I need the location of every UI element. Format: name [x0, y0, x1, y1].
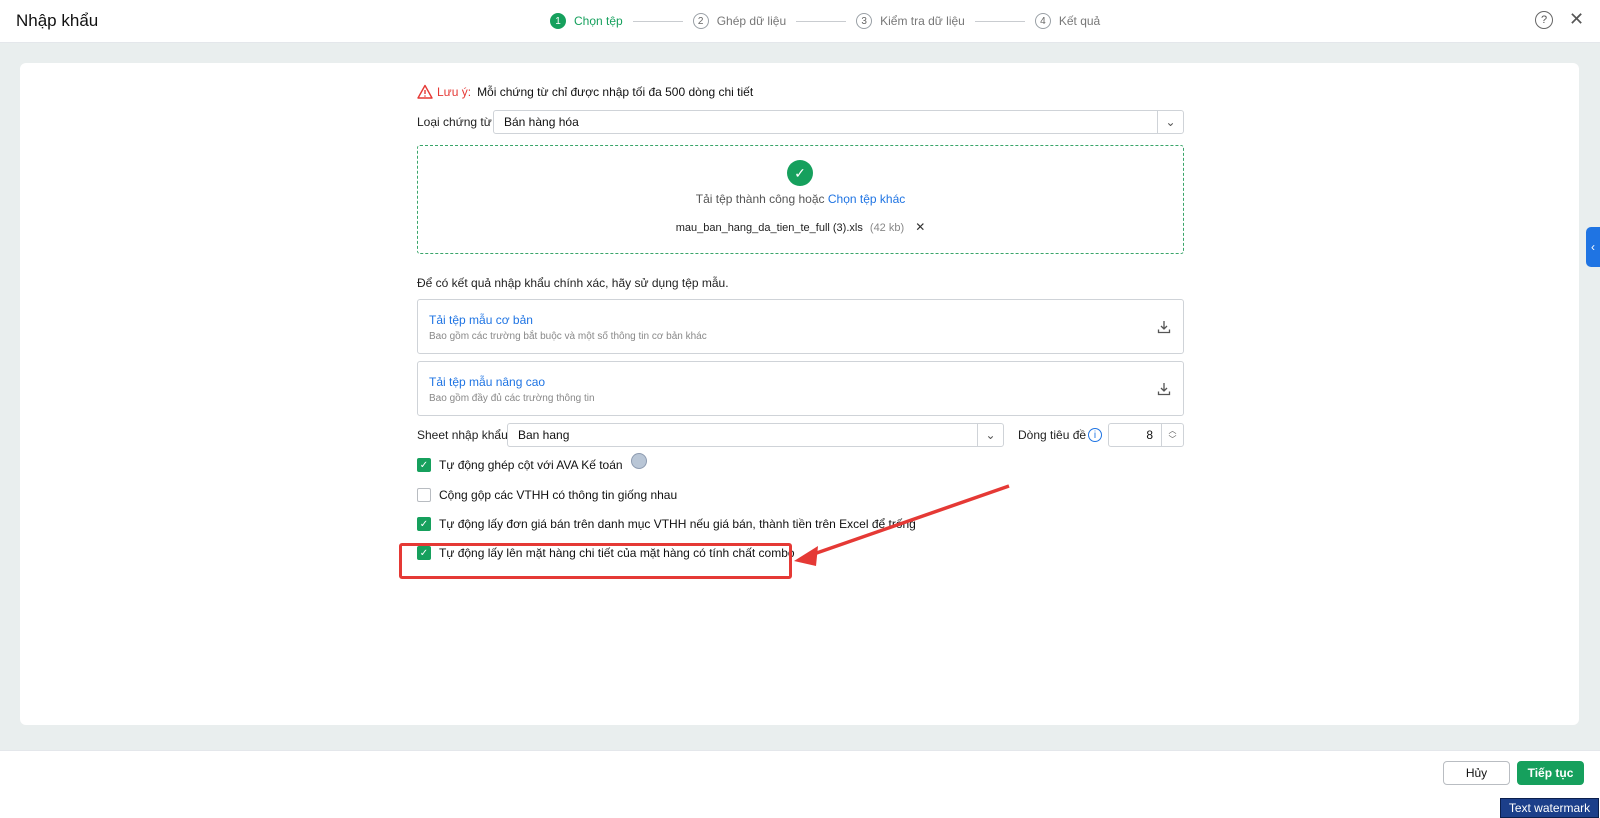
template-advanced-desc: Bao gồm đầy đủ các trường thông tin [429, 393, 595, 404]
header-row-value[interactable]: 8 [1109, 424, 1161, 446]
option-auto-price[interactable]: ✓ Tự động lấy đơn giá bán trên danh mục … [417, 517, 916, 531]
check-circle-icon: ✓ [787, 160, 813, 186]
file-name: mau_ban_hang_da_tien_te_full (3).xls [675, 222, 863, 234]
sheet-label: Sheet nhập khẩu [417, 428, 508, 442]
sheet-value: Ban hang [518, 428, 570, 442]
remove-file-icon[interactable]: ✕ [915, 220, 925, 234]
step-connector [974, 20, 1025, 22]
watermark: Text watermark [1500, 798, 1599, 818]
note-text: Mỗi chứng từ chỉ được nhập tối đa 500 dò… [477, 85, 754, 99]
info-icon[interactable]: i [1088, 428, 1102, 442]
chevron-left-icon: ‹ [1591, 240, 1595, 254]
checkbox-checked[interactable]: ✓ [417, 458, 431, 472]
upload-success-text: Tải tệp thành công hoặc [695, 192, 825, 206]
template-hint: Để có kết quả nhập khẩu chính xác, hãy s… [417, 276, 729, 290]
template-basic-card[interactable]: Tải tệp mẫu cơ bản Bao gồm các trường bắ… [417, 299, 1184, 354]
stepper: 1 Chọn tệp 2 Ghép dữ liệu 3 Kiểm tra dữ … [550, 12, 1100, 30]
stepper-arrows[interactable]: ︿ ﹀ [1161, 424, 1183, 446]
header-row-stepper[interactable]: 8 ︿ ﹀ [1108, 423, 1184, 447]
note-row: Lưu ý: Mỗi chứng từ chỉ được nhập tối đa… [417, 84, 753, 100]
option-label: Tự động lấy đơn giá bán trên danh mục VT… [439, 517, 916, 531]
side-panel-toggle[interactable]: ‹ [1586, 227, 1600, 267]
voucher-label: Loại chứng từ [417, 115, 492, 129]
step-choose-file: 1 Chọn tệp [550, 13, 623, 29]
step-label: Chọn tệp [574, 14, 623, 28]
step-number: 4 [1034, 13, 1051, 29]
template-advanced-card[interactable]: Tải tệp mẫu nâng cao Bao gồm đầy đủ các … [417, 361, 1184, 416]
checkbox-checked[interactable]: ✓ [417, 517, 431, 531]
step-number: 1 [550, 13, 566, 29]
step-connector [796, 20, 847, 22]
choose-other-file-link[interactable]: Chọn tệp khác [828, 192, 905, 206]
step-check-data: 3 Kiểm tra dữ liệu [856, 13, 965, 29]
file-size: (42 kb) [869, 222, 905, 234]
ava-avatar-icon [630, 453, 647, 469]
option-merge-items[interactable]: Cộng gộp các VTHH có thông tin giống nha… [417, 488, 677, 502]
template-advanced-title[interactable]: Tải tệp mẫu nâng cao [429, 375, 545, 389]
voucher-select[interactable]: Bán hàng hóa ⌄ [493, 110, 1184, 134]
note-label: Lưu ý: [437, 85, 472, 99]
file-dropzone[interactable]: ✓ Tải tệp thành công hoặc Chọn tệp khác … [417, 145, 1184, 254]
sheet-row: Sheet nhập khẩu Ban hang ⌄ Dòng tiêu đề … [417, 423, 1184, 447]
template-basic-title[interactable]: Tải tệp mẫu cơ bản [429, 313, 533, 327]
close-icon[interactable]: ✕ [1569, 9, 1584, 30]
option-label: Cộng gộp các VTHH có thông tin giống nha… [439, 488, 678, 502]
checkbox-unchecked[interactable] [417, 488, 431, 502]
page-title: Nhập khẩu [16, 11, 99, 30]
option-auto-map[interactable]: ✓ Tự động ghép cột với AVA Kế toán [417, 453, 647, 472]
help-icon[interactable]: ? [1535, 11, 1553, 29]
uploaded-file: mau_ban_hang_da_tien_te_full (3).xls (42… [418, 220, 1183, 234]
step-number: 2 [692, 13, 709, 29]
cancel-button[interactable]: Hủy [1443, 761, 1510, 785]
continue-button[interactable]: Tiếp tục [1517, 761, 1584, 785]
step-label: Ghép dữ liệu [716, 14, 787, 28]
header-bar: Nhập khẩu 1 Chọn tệp 2 Ghép dữ liệu 3 Ki… [0, 0, 1600, 43]
step-number: 3 [856, 13, 873, 29]
upload-status: Tải tệp thành công hoặc Chọn tệp khác [418, 192, 1183, 206]
chevron-up-icon[interactable]: ︿ [1169, 426, 1177, 435]
download-icon[interactable] [1157, 382, 1171, 396]
step-map-data: 2 Ghép dữ liệu [692, 13, 787, 29]
download-icon[interactable] [1157, 320, 1171, 334]
step-connector [632, 20, 683, 22]
step-label: Kết quả [1058, 14, 1101, 28]
option-label: Tự động ghép cột với AVA Kế toán [439, 458, 623, 472]
step-result: 4 Kết quả [1034, 13, 1101, 29]
chevron-down-icon[interactable]: ⌄ [1157, 111, 1183, 133]
voucher-row: Loại chứng từ Bán hàng hóa ⌄ [417, 110, 1184, 134]
header-row-label: Dòng tiêu đề [1018, 428, 1087, 442]
sheet-select[interactable]: Ban hang ⌄ [507, 423, 1004, 447]
template-basic-desc: Bao gồm các trường bắt buộc và một số th… [429, 331, 707, 342]
chevron-down-icon[interactable]: ⌄ [977, 424, 1003, 446]
voucher-value: Bán hàng hóa [504, 115, 579, 129]
chevron-down-icon[interactable]: ﹀ [1169, 435, 1177, 444]
step-label: Kiểm tra dữ liệu [880, 14, 965, 28]
footer-bar: Hủy Tiếp tục [0, 750, 1600, 818]
warning-icon [417, 84, 433, 99]
highlight-box [399, 543, 792, 579]
